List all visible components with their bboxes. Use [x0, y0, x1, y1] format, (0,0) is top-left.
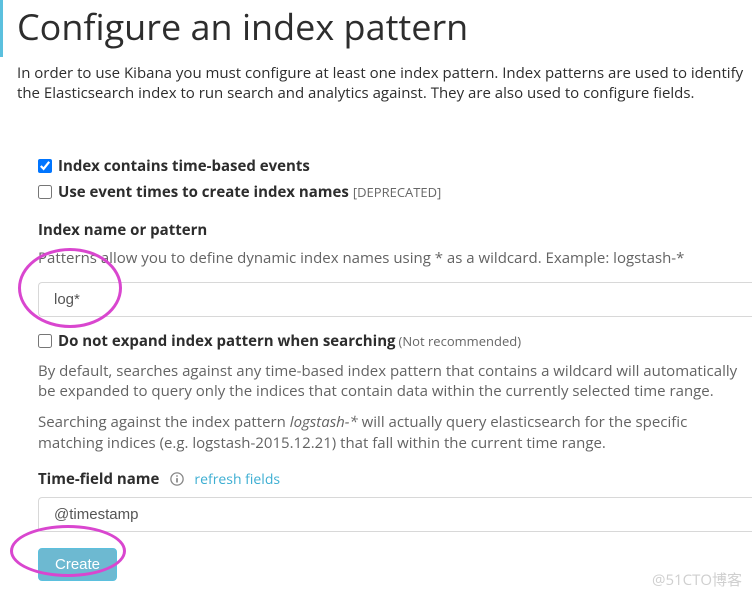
create-button[interactable]: Create — [38, 548, 117, 581]
index-pattern-label: Index name or pattern — [38, 220, 752, 240]
expand-help-1: By default, searches against any time-ba… — [38, 361, 752, 402]
index-pattern-input[interactable] — [38, 282, 752, 317]
event-times-label: Use event times to create index names — [58, 182, 349, 202]
no-expand-label: Do not expand index pattern when searchi… — [58, 331, 396, 351]
no-expand-note: (Not recommended) — [399, 332, 522, 350]
time-based-label: Index contains time-based events — [58, 156, 310, 176]
page-title: Configure an index pattern — [17, 0, 752, 57]
deprecated-badge: [DEPRECATED] — [353, 183, 441, 201]
expand-help-italic: logstash-* — [290, 412, 358, 432]
time-field-label: Time-field name — [38, 469, 159, 489]
expand-help-2: Searching against the index pattern logs… — [38, 412, 752, 453]
watermark: @51CTO博客 — [652, 569, 742, 590]
info-icon — [169, 472, 184, 487]
no-expand-checkbox[interactable] — [38, 334, 52, 348]
index-pattern-hint: Patterns allow you to define dynamic ind… — [38, 248, 752, 268]
refresh-fields-link[interactable]: refresh fields — [194, 470, 280, 489]
time-based-checkbox[interactable] — [38, 159, 52, 173]
time-field-select[interactable]: @timestamp — [38, 497, 752, 532]
event-times-checkbox[interactable] — [38, 185, 52, 199]
intro-text: In order to use Kibana you must configur… — [0, 63, 752, 104]
expand-help-2a: Searching against the index pattern — [38, 412, 290, 432]
